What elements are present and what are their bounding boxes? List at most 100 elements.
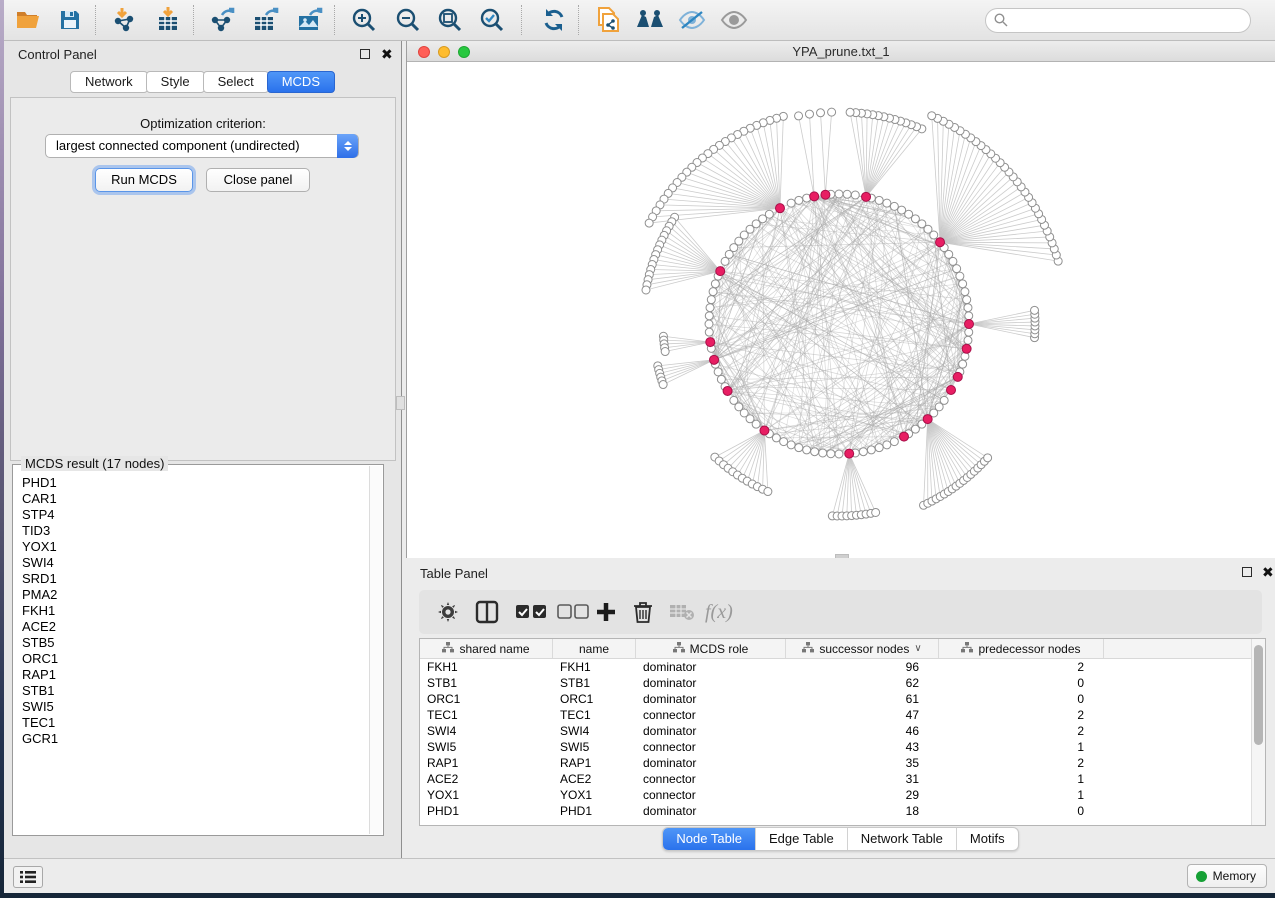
delete-column-icon[interactable] — [633, 598, 653, 626]
run-mcds-button[interactable]: Run MCDS — [95, 168, 193, 192]
mcds-result-item[interactable]: SRD1 — [22, 571, 369, 587]
mcds-result-item[interactable]: STB1 — [22, 683, 369, 699]
mcds-result-item[interactable]: ACE2 — [22, 619, 369, 635]
panel-splitter-grip[interactable] — [396, 396, 405, 410]
mcds-result-item[interactable]: SWI5 — [22, 699, 369, 715]
mcds-result-item[interactable]: TID3 — [22, 523, 369, 539]
export-image-icon[interactable] — [292, 4, 328, 36]
save-icon[interactable] — [52, 4, 88, 36]
criterion-select[interactable]: largest connected component (undirected) — [45, 134, 359, 158]
show-all-icon[interactable] — [716, 4, 752, 36]
toolbar-separator — [334, 5, 335, 35]
network-window-titlebar[interactable]: YPA_prune.txt_1 — [407, 41, 1275, 62]
mcds-list-scrollbar[interactable] — [369, 466, 382, 834]
tab-network-table[interactable]: Network Table — [848, 828, 957, 850]
table-row[interactable]: TEC1TEC1connector472 — [420, 707, 1251, 723]
gear-icon[interactable] — [437, 598, 459, 626]
cell-successor-nodes: 47 — [786, 707, 939, 723]
mcds-result-item[interactable]: SWI4 — [22, 555, 369, 571]
open-file-icon[interactable] — [10, 4, 46, 36]
cell-shared-name: TEC1 — [420, 707, 553, 723]
table-scrollbar[interactable] — [1251, 639, 1265, 825]
float-table-panel-icon[interactable] — [1242, 567, 1252, 577]
cell-name: TEC1 — [553, 707, 636, 723]
mcds-result-item[interactable]: FKH1 — [22, 603, 369, 619]
zoom-in-icon[interactable] — [346, 4, 382, 36]
tab-select[interactable]: Select — [203, 71, 269, 93]
table-row[interactable]: STB1STB1dominator620 — [420, 675, 1251, 691]
main-toolbar — [4, 0, 1275, 41]
export-network-icon[interactable] — [204, 4, 240, 36]
column-header-successor-nodes[interactable]: successor nodes∨ — [786, 639, 939, 658]
memory-button[interactable]: Memory — [1187, 864, 1267, 888]
cell-shared-name: ORC1 — [420, 691, 553, 707]
mcds-result-list[interactable]: PHD1CAR1STP4TID3YOX1SWI4SRD1PMA2FKH1ACE2… — [13, 469, 369, 834]
mcds-result-item[interactable]: TEC1 — [22, 715, 369, 731]
tab-style[interactable]: Style — [146, 71, 205, 93]
tab-motifs[interactable]: Motifs — [957, 828, 1018, 850]
import-table-icon[interactable] — [150, 4, 186, 36]
mcds-result-item[interactable]: PHD1 — [22, 475, 369, 491]
duplicate-network-icon[interactable] — [590, 4, 626, 36]
delete-table-icon[interactable] — [669, 598, 695, 626]
cell-successor-nodes: 31 — [786, 771, 939, 787]
mcds-result-item[interactable]: RAP1 — [22, 667, 369, 683]
mcds-result-item[interactable]: STB5 — [22, 635, 369, 651]
tab-network[interactable]: Network — [70, 71, 148, 93]
network-canvas[interactable] — [407, 62, 1275, 558]
toolbar-separator — [521, 5, 522, 35]
cell-shared-name: YOX1 — [420, 787, 553, 803]
mcds-result-item[interactable]: PMA2 — [22, 587, 369, 603]
table-row[interactable]: SWI5SWI5connector431 — [420, 739, 1251, 755]
table-row[interactable]: ACE2ACE2connector311 — [420, 771, 1251, 787]
mcds-result-item[interactable]: GCR1 — [22, 731, 369, 747]
mcds-result-item[interactable]: YOX1 — [22, 539, 369, 555]
task-history-button[interactable] — [13, 866, 43, 888]
cell-shared-name: ACE2 — [420, 771, 553, 787]
refresh-icon[interactable] — [536, 4, 572, 36]
function-builder-icon[interactable]: f(x) — [705, 598, 733, 626]
cell-successor-nodes: 96 — [786, 659, 939, 675]
column-header-predecessor-nodes[interactable]: predecessor nodes — [939, 639, 1104, 658]
export-table-icon[interactable] — [248, 4, 284, 36]
tab-node-table[interactable]: Node Table — [663, 828, 756, 850]
zoom-out-icon[interactable] — [390, 4, 426, 36]
cell-successor-nodes: 43 — [786, 739, 939, 755]
import-network-icon[interactable] — [106, 4, 142, 36]
add-column-icon[interactable] — [595, 598, 617, 626]
close-panel-icon[interactable]: ✖ — [381, 46, 393, 63]
column-header-shared-name[interactable]: shared name — [420, 639, 553, 658]
split-columns-icon[interactable] — [475, 598, 499, 626]
close-panel-button[interactable]: Close panel — [206, 168, 310, 192]
table-row[interactable]: FKH1FKH1dominator962 — [420, 659, 1251, 675]
table-scrollbar-thumb[interactable] — [1254, 645, 1263, 745]
tab-mcds[interactable]: MCDS — [267, 71, 335, 93]
mcds-result-item[interactable]: STP4 — [22, 507, 369, 523]
mcds-result-item[interactable]: ORC1 — [22, 651, 369, 667]
zoom-selected-icon[interactable] — [474, 4, 510, 36]
cell-shared-name: STB1 — [420, 675, 553, 691]
column-header-MCDS-role[interactable]: MCDS role — [636, 639, 786, 658]
table-row[interactable]: PHD1PHD1dominator180 — [420, 803, 1251, 819]
table-row[interactable]: YOX1YOX1connector291 — [420, 787, 1251, 803]
float-panel-icon[interactable] — [360, 49, 370, 59]
table-row[interactable]: SWI4SWI4dominator462 — [420, 723, 1251, 739]
cell-name: FKH1 — [553, 659, 636, 675]
mcds-result-item[interactable]: CAR1 — [22, 491, 369, 507]
table-row[interactable]: RAP1RAP1dominator352 — [420, 755, 1251, 771]
status-bar: Memory — [4, 858, 1275, 893]
deselect-all-icon[interactable] — [557, 598, 589, 626]
first-neighbors-icon[interactable] — [632, 4, 668, 36]
toolbar-separator — [193, 5, 194, 35]
cell-MCDS-role: dominator — [636, 755, 786, 771]
cell-predecessor-nodes: 2 — [939, 723, 1104, 739]
zoom-fit-icon[interactable] — [432, 4, 468, 36]
select-all-icon[interactable] — [515, 598, 547, 626]
desktop: Control Panel ✖ NetworkStyleSelectMCDS O… — [0, 0, 1275, 898]
search-input[interactable] — [985, 8, 1251, 33]
close-table-panel-icon[interactable]: ✖ — [1262, 564, 1274, 581]
hide-selected-icon[interactable] — [674, 4, 710, 36]
column-header-name[interactable]: name — [553, 639, 636, 658]
tab-edge-table[interactable]: Edge Table — [756, 828, 848, 850]
table-row[interactable]: ORC1ORC1dominator610 — [420, 691, 1251, 707]
